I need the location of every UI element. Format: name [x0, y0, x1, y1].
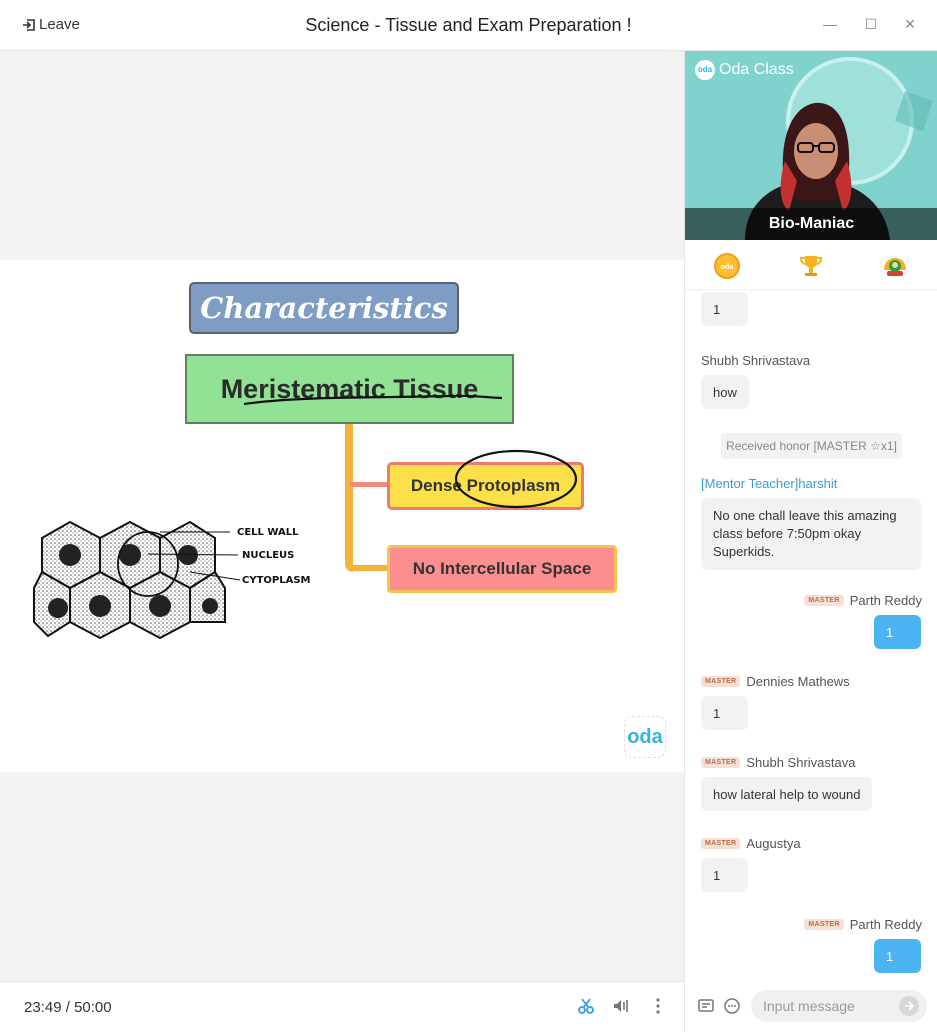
clip-button[interactable]: [576, 997, 596, 1017]
chat-sender: MASTER Dennies Mathews: [701, 674, 850, 689]
chat-sender: MASTER Shubh Shrivastava: [701, 755, 855, 770]
maximize-button[interactable]: ☐: [861, 14, 881, 34]
honor-badge-icon: [884, 258, 906, 276]
chat-bubble: 1: [701, 696, 748, 730]
oda-logo-icon: oda: [695, 60, 715, 80]
close-button[interactable]: ✕: [900, 14, 920, 34]
sender-name: Shubh Shrivastava: [746, 755, 856, 770]
sender-name: Augustya: [746, 836, 801, 851]
emoji-icon: [724, 998, 740, 1014]
chat-sender: MASTER Parth Reddy: [804, 593, 922, 608]
duration: 50:00: [74, 999, 112, 1016]
slide-heading: Characteristics: [189, 282, 459, 334]
chat-sender: MASTER Augustya: [701, 836, 801, 851]
tab-trophy[interactable]: [797, 252, 825, 280]
sender-name: Parth Reddy: [849, 593, 922, 608]
master-badge: MASTER: [701, 676, 741, 687]
send-icon: [905, 1001, 915, 1011]
circle-annotation: [454, 449, 578, 509]
chat-bubble: how lateral help to wound: [701, 777, 873, 811]
master-badge: MASTER: [701, 838, 741, 849]
more-options-button[interactable]: [648, 997, 668, 1017]
input-placeholder: Input message: [763, 998, 855, 1014]
chat-bubble: 1: [701, 858, 748, 892]
chat-list[interactable]: 1 Shubh Shrivastava how Received honor […: [685, 290, 937, 978]
panel-tabs: oda: [685, 240, 937, 290]
time-separator: /: [61, 999, 75, 1016]
oda-coin-icon: oda: [714, 253, 740, 279]
teacher-video[interactable]: oda Oda Class Bio-Maniac: [685, 51, 937, 240]
send-button[interactable]: [899, 996, 919, 1016]
current-time: 23:49: [24, 999, 62, 1016]
connector-vertical: [345, 424, 353, 572]
underline-annotation: [243, 394, 503, 406]
chat-bubble: 1: [701, 292, 748, 326]
brand-name: Oda Class: [719, 61, 794, 78]
chat-sender: [Mentor Teacher]harshit: [701, 476, 837, 491]
minimize-button[interactable]: —: [820, 14, 840, 34]
teacher-name: Bio-Maniac: [685, 208, 937, 240]
tab-oda-coin[interactable]: oda: [713, 252, 741, 280]
sender-name: Parth Reddy: [849, 917, 922, 932]
minimize-icon: —: [823, 16, 837, 32]
chat-input-bar: Input message: [685, 978, 937, 1032]
volume-icon: [614, 1000, 628, 1012]
connector-branch-2: [350, 565, 388, 571]
system-message: Received honor [MASTER ☆x1]: [721, 433, 902, 459]
label-cell-wall: CELL WALL: [237, 527, 299, 538]
maximize-icon: ☐: [864, 16, 878, 32]
notice-icon: [698, 999, 714, 1012]
chat-sender: Shubh Shrivastava: [701, 353, 810, 368]
master-badge: MASTER: [701, 757, 741, 768]
main-topic-box: Meristematic Tissue: [185, 354, 514, 424]
sender-name: Dennies Mathews: [746, 674, 850, 689]
master-badge: MASTER: [804, 595, 844, 606]
slide: Characteristics Meristematic Tissue Dens…: [0, 260, 684, 772]
label-nucleus: NUCLEUS: [242, 550, 295, 561]
chat-bubble: No one chall leave this amazing class be…: [701, 498, 921, 570]
scissors-icon: [578, 998, 594, 1014]
chat-bubble-self: 1: [874, 615, 921, 649]
svg-text:oda: oda: [721, 264, 734, 271]
chat-sender: MASTER Parth Reddy: [804, 917, 922, 932]
sender-name: Shubh Shrivastava: [701, 353, 811, 368]
chat-message-input[interactable]: Input message: [751, 990, 927, 1022]
side-panel: oda Oda Class Bio-Maniac oda 1 Shubh Shr…: [684, 51, 937, 1032]
connector-branch-1: [350, 482, 388, 487]
trophy-icon: [799, 256, 823, 276]
title-bar: Leave Science - Tissue and Exam Preparat…: [0, 0, 937, 51]
notice-button[interactable]: [697, 997, 715, 1015]
emoji-button[interactable]: [723, 997, 741, 1015]
chat-bubble-self: 1: [874, 939, 921, 973]
label-cytoplasm: CYTOPLASM: [242, 575, 311, 586]
branch-2-label: No Intercellular Space: [412, 559, 592, 578]
close-icon: ✕: [904, 16, 916, 32]
playback-time: 23:49 / 50:00: [24, 999, 112, 1016]
player-controls: 23:49 / 50:00: [0, 981, 684, 1032]
tab-honor[interactable]: [881, 252, 909, 280]
video-stage[interactable]: Characteristics Meristematic Tissue Dens…: [0, 51, 684, 981]
more-vertical-icon: [656, 998, 660, 1014]
window-title: Science - Tissue and Exam Preparation !: [305, 15, 632, 35]
chat-bubble: how: [701, 375, 749, 409]
branch-box-no-intercellular-space: No Intercellular Space: [387, 545, 617, 593]
master-badge: MASTER: [804, 919, 844, 930]
volume-button[interactable]: [611, 997, 631, 1017]
oda-watermark-logo: oda: [624, 716, 666, 758]
video-brand: oda Oda Class: [695, 60, 794, 80]
sender-name: [Mentor Teacher]harshit: [701, 476, 838, 491]
